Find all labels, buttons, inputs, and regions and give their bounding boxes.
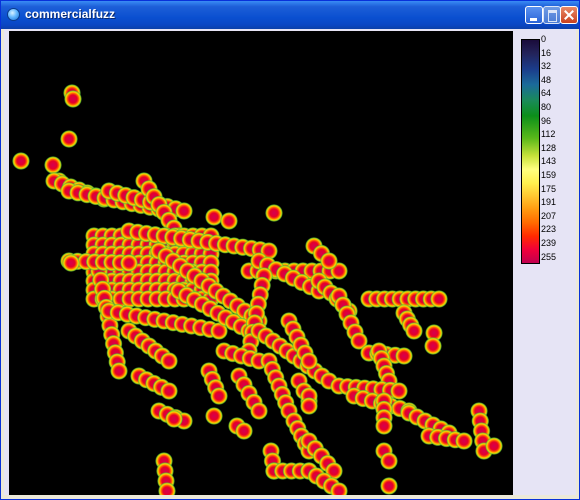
heat-blob [485, 437, 503, 455]
heat-blob [320, 252, 338, 270]
window-title: commercialfuzz [25, 7, 116, 21]
scale-tick-label: 239 [541, 238, 557, 248]
scale-tick-label: 255 [541, 251, 557, 262]
scale-tick-label: 80 [541, 102, 552, 112]
heat-blob [380, 452, 398, 470]
heat-blob [62, 254, 80, 272]
scale-tick-label: 112 [541, 129, 556, 140]
heat-blob [405, 322, 423, 340]
minimize-button[interactable] [525, 6, 543, 24]
client-area: 0 16 32 48 64 80 96 112 128 143 159 175 191 207 223 239… [4, 29, 576, 495]
heat-blob [110, 362, 128, 380]
heat-blob [430, 290, 448, 308]
heat-blob [250, 402, 268, 420]
scale-tick-label: 32 [541, 61, 552, 72]
globe-icon [7, 8, 20, 21]
heat-blob [380, 477, 398, 495]
heat-blob [12, 152, 30, 170]
scale-tick-label: 175 [541, 183, 557, 194]
heat-blob [60, 130, 78, 148]
scale-tick-label: 96 [541, 115, 552, 126]
heat-blob [300, 352, 318, 370]
heat-blob [300, 397, 318, 415]
heat-blob [235, 422, 253, 440]
scale-tick-label: 48 [541, 74, 552, 85]
title-bar[interactable]: commercialfuzz [1, 1, 579, 29]
heat-blob [395, 347, 413, 365]
scale-tick-label: 16 [541, 47, 552, 58]
heat-blob [210, 387, 228, 405]
close-button[interactable] [560, 6, 578, 24]
heat-blob [265, 204, 283, 222]
scale-tick-label: 207 [541, 210, 557, 221]
maximize-button[interactable] [543, 6, 561, 24]
heatmap-canvas[interactable] [9, 31, 513, 495]
heat-blob [120, 254, 138, 272]
color-scale-bar [521, 39, 540, 264]
heat-blob [165, 410, 183, 428]
heat-blob [160, 352, 178, 370]
heat-blob [175, 202, 193, 220]
scale-tick-label: 128 [541, 142, 557, 153]
scale-tick-label: 0 [541, 34, 547, 44]
heat-blob [205, 407, 223, 425]
scale-tick-label: 223 [541, 224, 557, 235]
heat-blob [424, 337, 442, 355]
heatmap-svg [12, 84, 503, 495]
scale-tick-label: 64 [541, 88, 552, 99]
heat-blob [160, 382, 178, 400]
heat-blob [455, 432, 473, 450]
heat-blob [64, 90, 82, 108]
heat-blob [220, 212, 238, 230]
app-window: commercialfuzz 0 16 32 48 64 80 96 112 128 143 159… [0, 0, 580, 500]
heat-blob [375, 417, 393, 435]
scale-tick-label: 143 [541, 156, 557, 167]
scale-tick-label: 159 [541, 170, 557, 180]
heat-blob [44, 156, 62, 174]
scale-tick-label: 191 [541, 197, 557, 208]
